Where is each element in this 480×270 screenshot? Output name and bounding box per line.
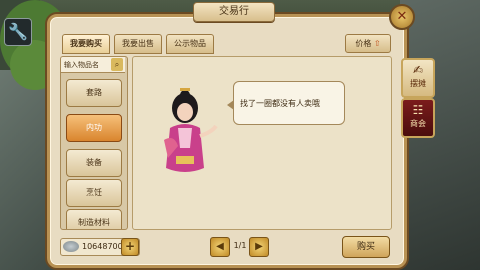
guild-icon: ☷ [412, 103, 424, 117]
category-list: 输入物品名 ⌕ 套路 内功 装备 烹饪 制造材料 [60, 56, 128, 230]
tab-bar: 我要购买 我要出售 公示物品 [62, 34, 214, 54]
side-tab-stall-label: 摆摊 [410, 79, 426, 88]
buy-button[interactable]: 购买 [342, 236, 390, 258]
category-materials[interactable]: 制造材料 [66, 209, 122, 229]
chevron-left-icon: ◀ [216, 241, 224, 252]
npc-speech-bubble: 找了一圈都没有人卖哦 [227, 81, 345, 125]
sort-price-button[interactable]: 价格 ⇧ [345, 34, 391, 53]
search-placeholder: 输入物品名 [64, 61, 99, 69]
add-currency-button[interactable]: + [121, 238, 139, 256]
search-icon[interactable]: ⌕ [111, 58, 123, 71]
category-neigong[interactable]: 内功 [66, 114, 122, 142]
search-input[interactable]: 输入物品名 ⌕ [61, 57, 125, 73]
sort-arrow-icon: ⇧ [373, 39, 381, 48]
currency-amount: 10648700 [82, 242, 123, 251]
prev-page-button[interactable]: ◀ [210, 237, 230, 257]
chevron-right-icon: ▶ [255, 241, 263, 252]
settings-wrench-button[interactable]: 🔧 [4, 18, 32, 46]
category-taolu[interactable]: 套路 [66, 79, 122, 107]
tab-sell[interactable]: 我要出售 [114, 34, 162, 54]
side-tab-guild-label: 商会 [410, 119, 426, 128]
category-cooking[interactable]: 烹饪 [66, 179, 122, 207]
page-indicator: 1/1 [233, 241, 247, 250]
wrench-icon: 🔧 [8, 22, 28, 41]
plus-icon: + [124, 239, 136, 253]
npc-merchant-portrait [164, 88, 218, 172]
side-tab-stall[interactable]: ✍ 摆摊 [401, 58, 435, 98]
close-button[interactable]: ✕ [389, 4, 415, 30]
scroll-icon: ✍ [412, 63, 424, 77]
next-page-button[interactable]: ▶ [249, 237, 269, 257]
window-title: 交易行 [193, 2, 275, 22]
close-icon: ✕ [396, 9, 408, 24]
side-tab-guild[interactable]: ☷ 商会 [401, 98, 435, 138]
category-equipment[interactable]: 装备 [66, 149, 122, 177]
sort-label: 价格 [355, 39, 372, 48]
silver-coin-icon [63, 241, 79, 252]
tab-public-items[interactable]: 公示物品 [166, 34, 214, 54]
tab-buy[interactable]: 我要购买 [62, 34, 110, 54]
